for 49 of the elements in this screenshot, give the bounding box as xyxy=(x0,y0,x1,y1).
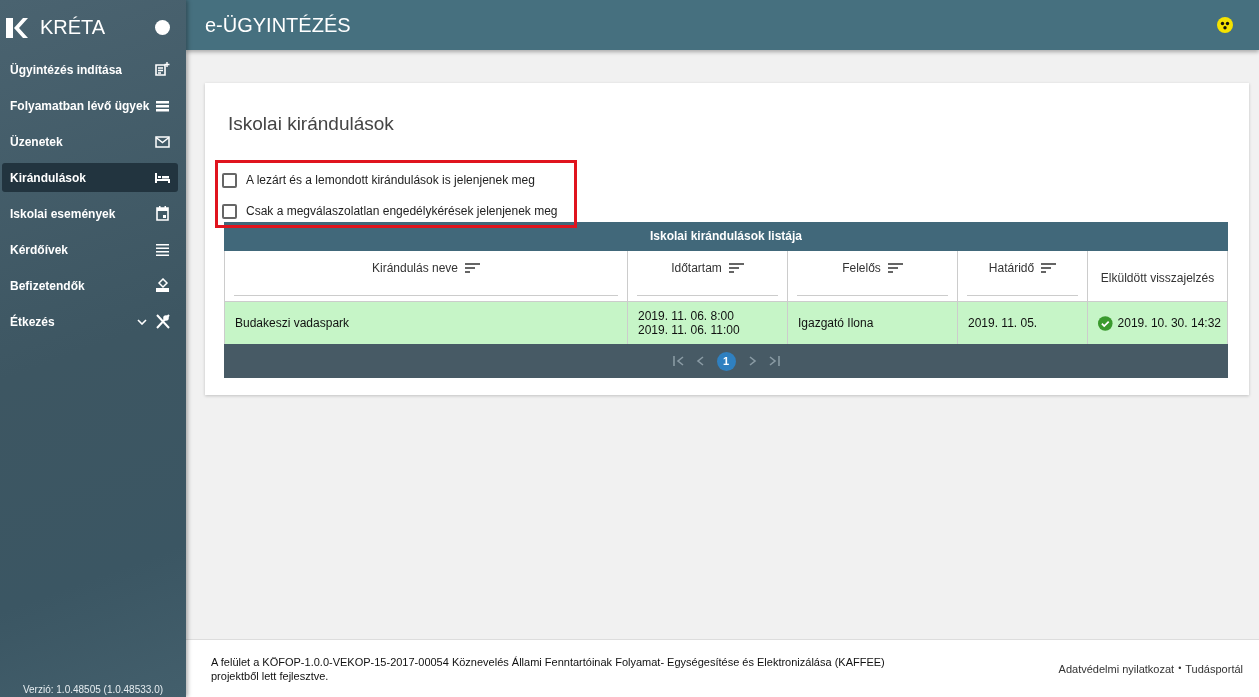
table-cell: 2019. 11. 06. 8:00 2019. 11. 06. 11:00 xyxy=(628,302,788,344)
column-heading[interactable]: Felelős xyxy=(842,261,881,275)
nav-item[interactable]: Ügyintézés indítása xyxy=(2,55,178,84)
checkbox[interactable] xyxy=(222,172,237,188)
column-heading[interactable]: Elküldött visszajelzés xyxy=(1100,271,1215,285)
footer-text: A felület a KÖFOP-1.0.0-VEKOP-15-2017-00054 Köznevelés Állami Fenntartóinak Folyamat- Egységesítése és Elektronizálása (KAFFEE) projektből lett fejlesztve. xyxy=(211,654,886,683)
table-cell: 2019. 10. 30. 14:32 xyxy=(1117,316,1221,330)
checkbox-label: Csak a megválaszolatlan engedélykérések jelenjenek meg xyxy=(246,204,558,218)
mail-icon xyxy=(155,134,170,149)
bed-icon xyxy=(155,170,170,185)
column-heading[interactable]: Határidő xyxy=(988,261,1035,275)
page-button[interactable]: 1 xyxy=(716,351,736,371)
nav-item[interactable]: Iskolai események xyxy=(2,199,178,228)
checkbox-label: A lezárt és a lemondott kirándulások is jelenjenek meg xyxy=(246,173,535,187)
checkbox[interactable] xyxy=(222,203,237,219)
logo-text: KRÉTA xyxy=(40,16,107,39)
separator-dot: • xyxy=(1178,662,1182,675)
first-page-icon[interactable] xyxy=(672,356,685,366)
footer-link[interactable]: Tudásportál xyxy=(1185,662,1243,675)
nav-item[interactable]: Kérdőívek xyxy=(2,235,178,264)
nav-item[interactable]: Étkezés xyxy=(2,307,178,336)
calendar-icon xyxy=(155,206,170,221)
nav-item[interactable]: Kirándulások xyxy=(2,163,178,192)
sort-icon[interactable] xyxy=(887,263,903,273)
page-title: e-ÜGYINTÉZÉS xyxy=(205,13,351,37)
sort-icon[interactable] xyxy=(465,263,481,273)
section-title: Iskolai kirándulások xyxy=(228,113,395,135)
sort-icon[interactable] xyxy=(728,263,744,273)
footer-link[interactable]: Adatvédelmi nyilatkozat xyxy=(1058,662,1175,675)
logo-icon xyxy=(6,17,28,38)
table-cell: Budakeszi vadaspark xyxy=(225,302,628,344)
note-icon xyxy=(155,62,170,77)
list-icon xyxy=(155,98,170,113)
table-cell: 2019. 11. 05. xyxy=(958,302,1088,344)
cutlery-icon xyxy=(155,314,170,329)
version-text: Verzió: 1.0.48505 (1.0.48533.0) xyxy=(21,684,165,697)
nav-item[interactable]: Folyamatban lévő ügyek xyxy=(2,91,178,120)
sort-icon[interactable] xyxy=(1041,263,1057,273)
column-heading[interactable]: Időtartam xyxy=(671,261,722,275)
nav-item[interactable]: Befizetendők xyxy=(2,271,178,300)
nav-item[interactable]: Üzenetek xyxy=(2,127,178,156)
lines-icon xyxy=(155,242,170,257)
column-heading[interactable]: Kirándulás neve xyxy=(371,261,459,275)
user-avatar[interactable] xyxy=(155,20,170,35)
table-cell: Igazgató Ilona xyxy=(788,302,958,344)
hand-coin-icon xyxy=(155,278,170,293)
table-caption: Iskolai kirándulások listája xyxy=(224,222,1228,251)
last-page-icon[interactable] xyxy=(767,356,780,366)
accessibility-icon[interactable] xyxy=(1217,17,1233,33)
